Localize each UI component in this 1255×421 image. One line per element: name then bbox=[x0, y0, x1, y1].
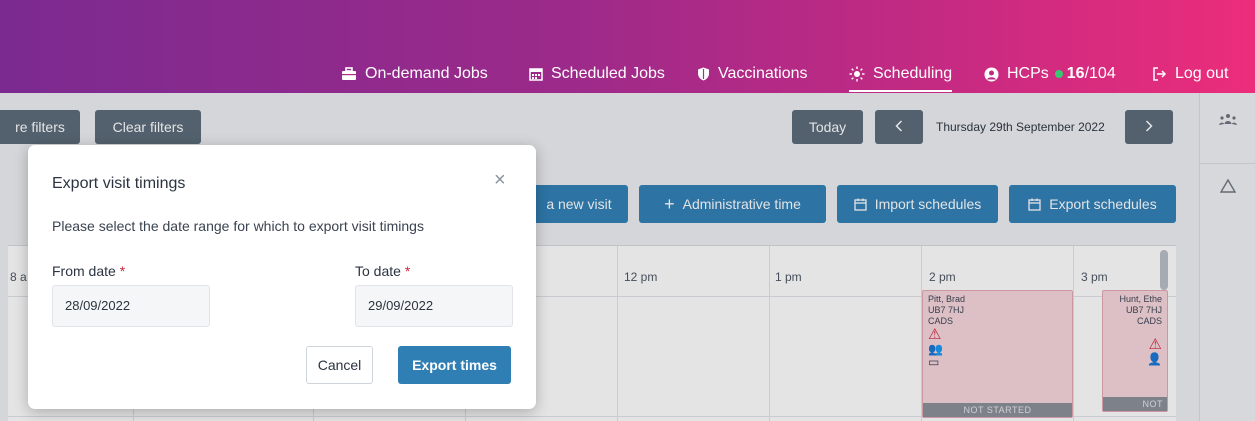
required-mark: * bbox=[404, 263, 411, 279]
nav-scheduled-jobs[interactable]: Scheduled Jobs bbox=[529, 62, 665, 86]
to-date-label-text: To date bbox=[355, 263, 401, 279]
app-header: On-demand Jobs Scheduled Jobs Vaccinatio… bbox=[0, 0, 1255, 93]
modal-title: Export visit timings bbox=[52, 175, 186, 192]
calendar-icon bbox=[529, 67, 543, 81]
modal-description: Please select the date range for which t… bbox=[52, 218, 424, 234]
nav-label: Vaccinations bbox=[718, 65, 808, 82]
logout-icon bbox=[1152, 67, 1167, 81]
nav-scheduling[interactable]: Scheduling bbox=[849, 62, 953, 92]
nav-label: Log out bbox=[1175, 65, 1229, 82]
briefcase-icon bbox=[341, 67, 357, 81]
from-date-label: From date * bbox=[52, 263, 125, 279]
nav-label: Scheduling bbox=[873, 65, 953, 82]
main-nav: On-demand Jobs Scheduled Jobs Vaccinatio… bbox=[0, 62, 1255, 92]
nav-label: On-demand Jobs bbox=[365, 65, 488, 82]
shield-icon bbox=[697, 67, 710, 81]
nav-vaccinations[interactable]: Vaccinations bbox=[697, 62, 808, 86]
nav-log-out[interactable]: Log out bbox=[1152, 62, 1228, 86]
nav-on-demand-jobs[interactable]: On-demand Jobs bbox=[341, 62, 488, 86]
to-date-label: To date * bbox=[355, 263, 410, 279]
from-date-label-text: From date bbox=[52, 263, 116, 279]
user-icon bbox=[984, 67, 999, 82]
export-times-button[interactable]: Export times bbox=[398, 346, 511, 384]
close-icon[interactable]: × bbox=[494, 169, 506, 192]
sun-icon bbox=[849, 66, 865, 82]
hcps-total-count: /104 bbox=[1084, 65, 1116, 82]
nav-label: Scheduled Jobs bbox=[551, 65, 665, 82]
nav-label: HCPs bbox=[1007, 65, 1049, 82]
hcps-online-count: 16 bbox=[1066, 65, 1085, 82]
to-date-input[interactable]: 29/09/2022 bbox=[355, 285, 513, 327]
export-visit-timings-modal: Export visit timings × Please select the… bbox=[28, 145, 536, 409]
required-mark: * bbox=[119, 263, 126, 279]
online-status-dot bbox=[1054, 70, 1063, 78]
from-date-input[interactable]: 28/09/2022 bbox=[52, 285, 210, 327]
nav-hcps[interactable]: HCPs 16 /104 bbox=[984, 62, 1116, 86]
cancel-button[interactable]: Cancel bbox=[306, 346, 373, 384]
